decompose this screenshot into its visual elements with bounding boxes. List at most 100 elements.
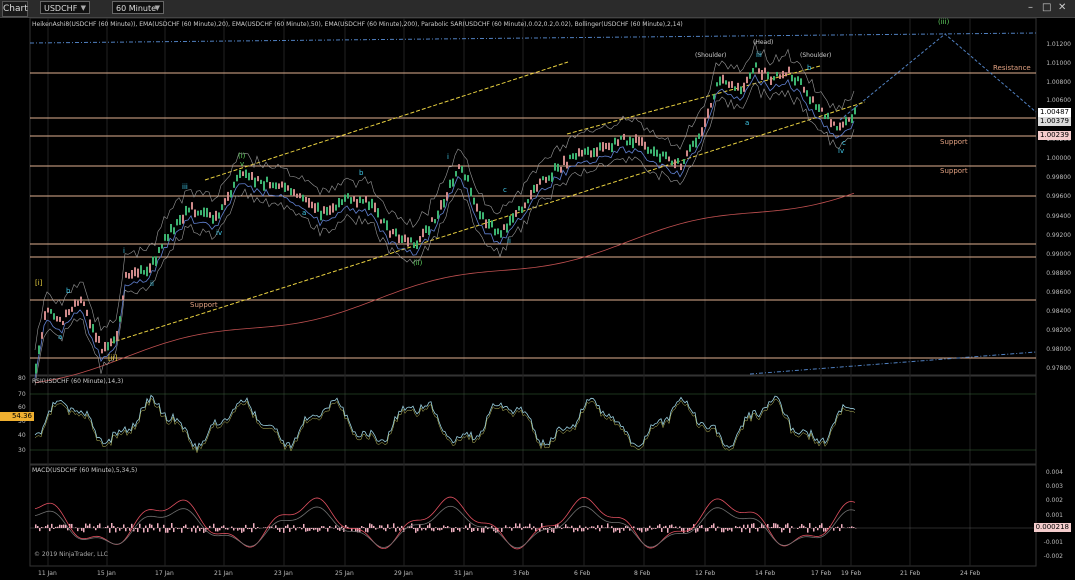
macd-bar	[721, 528, 723, 533]
wave-label: b	[66, 287, 71, 295]
minimize-icon[interactable]: –	[1028, 2, 1033, 14]
candle	[680, 163, 682, 171]
date-tick-label: 3 Feb	[513, 570, 530, 577]
macd-bar	[237, 528, 239, 531]
macd-bar	[447, 526, 449, 528]
close-icon[interactable]: ✕	[1058, 2, 1066, 14]
macd-bar	[823, 528, 825, 532]
interval-selector[interactable]: 60 Minute ▼	[112, 1, 164, 14]
candle	[257, 176, 259, 182]
macd-tick-label: 0.003	[1045, 483, 1063, 490]
candle	[401, 235, 403, 243]
candle	[728, 81, 730, 88]
chevron-down-icon: ▼	[80, 4, 86, 12]
macd-bar	[83, 528, 85, 533]
candle	[683, 159, 685, 164]
macd-panel-border	[29, 464, 1037, 567]
macd-bar	[789, 528, 791, 533]
candle	[701, 127, 703, 136]
price-tick-label: 0.98200	[1046, 327, 1071, 334]
candle	[338, 197, 340, 208]
candle	[638, 136, 640, 146]
candle	[38, 345, 40, 355]
macd-bar	[145, 525, 147, 528]
wave-label: v	[240, 160, 245, 168]
macd-bar	[81, 528, 83, 531]
macd-bar	[363, 527, 365, 528]
macd-bar	[637, 528, 639, 530]
candle	[299, 193, 301, 199]
candle	[263, 181, 265, 191]
candle	[410, 237, 412, 243]
macd-bar	[591, 526, 593, 528]
candle	[170, 224, 172, 233]
macd-bar	[745, 528, 747, 530]
candle	[473, 197, 475, 205]
candle	[86, 309, 88, 316]
instrument-selector[interactable]: USDCHF ▼	[40, 1, 90, 14]
macd-bar	[231, 526, 233, 528]
macd-bar	[429, 523, 431, 528]
candle	[146, 266, 148, 277]
candle	[260, 179, 262, 185]
macd-bar	[51, 523, 53, 528]
macd-bar	[519, 523, 521, 528]
macd-bar	[311, 528, 313, 529]
macd-bar	[149, 523, 151, 528]
macd-bar	[579, 525, 581, 528]
candle	[758, 68, 760, 74]
macd-bar	[127, 527, 129, 528]
candle	[629, 136, 631, 146]
macd-bar	[183, 526, 185, 528]
candle	[713, 94, 715, 100]
candle	[176, 219, 178, 226]
rsi-tick-label: 40	[18, 432, 26, 439]
candle	[824, 114, 826, 120]
candle	[416, 240, 418, 250]
candle	[542, 176, 544, 181]
macd-tick-label: 0.004	[1045, 469, 1063, 476]
candle	[77, 300, 79, 306]
macd-bar	[639, 528, 641, 531]
candle	[662, 151, 664, 157]
macd-bar	[399, 528, 401, 531]
macd-bar	[315, 528, 317, 530]
macd-current-box: 0.000218	[1033, 523, 1071, 532]
candle	[248, 172, 250, 181]
macd-bar	[63, 524, 65, 528]
candle	[290, 188, 292, 196]
macd-bar	[453, 528, 455, 532]
candle	[392, 228, 394, 235]
candle	[530, 189, 532, 200]
candle	[467, 175, 469, 182]
candle	[722, 74, 724, 84]
candle	[71, 306, 73, 312]
maximize-icon[interactable]: □	[1042, 2, 1051, 14]
macd-bar	[587, 528, 589, 530]
macd-bar	[59, 524, 61, 528]
candle	[122, 295, 124, 301]
macd-bar	[457, 528, 459, 531]
macd-bar	[625, 525, 627, 528]
chart-tab[interactable]: Chart	[2, 1, 28, 17]
candle	[515, 210, 517, 217]
macd-bar	[523, 526, 525, 528]
ema200-line	[34, 192, 855, 384]
candle	[47, 307, 49, 313]
chart-canvas[interactable]	[0, 18, 1075, 580]
candle	[749, 72, 751, 79]
macd-bar	[471, 528, 473, 533]
macd-bar	[589, 527, 591, 528]
macd-bar	[597, 525, 599, 528]
support-label: Support	[190, 301, 218, 309]
price-tick-label: 0.98400	[1046, 308, 1071, 315]
wave-label: c	[842, 139, 846, 147]
candle	[602, 142, 604, 152]
candle	[644, 141, 646, 150]
macd-bar	[709, 527, 711, 528]
macd-bar	[463, 528, 465, 529]
date-tick-label: 14 Feb	[755, 570, 776, 577]
macd-bar	[621, 528, 623, 529]
instrument-label: USDCHF	[44, 4, 78, 13]
candle	[341, 199, 343, 206]
